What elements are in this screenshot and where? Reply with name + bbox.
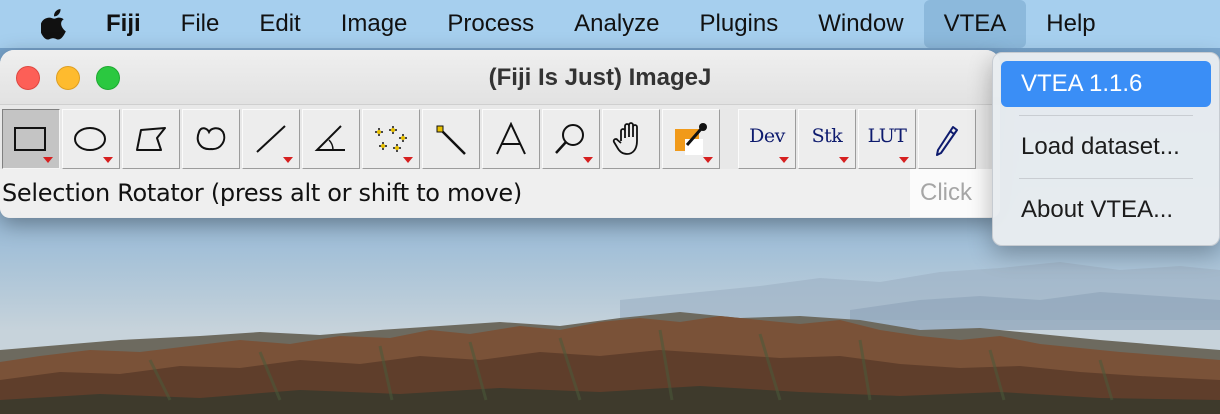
tool-menu-indicator xyxy=(43,157,53,163)
apple-logo-icon[interactable] xyxy=(40,7,70,41)
freehand-tool-button[interactable] xyxy=(182,109,240,169)
status-text: Selection Rotator (press alt or shift to… xyxy=(2,179,522,207)
menu-vtea[interactable]: VTEA xyxy=(923,0,1027,48)
lut-menu-button[interactable]: LUT xyxy=(858,109,916,169)
lut-label: LUT xyxy=(867,125,907,147)
wand-tool-icon xyxy=(436,125,466,155)
menu-item-vtea-version[interactable]: VTEA 1.1.6 xyxy=(1001,61,1211,107)
text-tool-icon xyxy=(496,122,526,155)
menu-bar: Fiji File Edit Image Process Analyze Plu… xyxy=(0,0,1220,48)
angle-tool-icon xyxy=(314,125,345,151)
polygon-selection-icon xyxy=(136,127,166,151)
tool-menu-indicator xyxy=(839,157,849,163)
window-title: (Fiji Is Just) ImageJ xyxy=(488,64,712,91)
angle-tool-button[interactable] xyxy=(302,109,360,169)
line-tool-button[interactable] xyxy=(242,109,300,169)
status-bar: Selection Rotator (press alt or shift to… xyxy=(0,169,1000,217)
oval-selection-icon xyxy=(74,127,106,151)
pencil-tool-button[interactable] xyxy=(918,109,976,169)
menu-edit[interactable]: Edit xyxy=(239,0,320,48)
tool-menu-indicator xyxy=(103,157,113,163)
multi-point-icon xyxy=(375,126,407,152)
text-tool-button[interactable] xyxy=(482,109,540,169)
menu-item-about-vtea[interactable]: About VTEA... xyxy=(1001,187,1211,233)
hand-scroll-icon xyxy=(612,122,638,155)
menu-item-load-dataset[interactable]: Load dataset... xyxy=(1001,124,1211,170)
menu-app-fiji[interactable]: Fiji xyxy=(106,0,161,48)
magnifying-glass-icon xyxy=(555,124,584,154)
apple-logo-icon xyxy=(41,9,66,40)
color-picker-button[interactable] xyxy=(662,109,720,169)
rectangle-tool-button[interactable] xyxy=(2,109,60,169)
multipoint-tool-button[interactable] xyxy=(362,109,420,169)
tool-menu-indicator xyxy=(403,157,413,163)
menu-help[interactable]: Help xyxy=(1026,0,1115,48)
menu-image[interactable]: Image xyxy=(321,0,428,48)
oval-tool-button[interactable] xyxy=(62,109,120,169)
menu-process[interactable]: Process xyxy=(427,0,554,48)
tool-menu-indicator xyxy=(703,157,713,163)
dev-tools-button[interactable]: Dev xyxy=(738,109,796,169)
vtea-dropdown-menu: VTEA 1.1.6 Load dataset... About VTEA... xyxy=(992,52,1220,246)
stk-label: Stk xyxy=(811,125,843,147)
rectangle-selection-icon xyxy=(14,127,46,151)
menu-separator xyxy=(1019,115,1193,116)
wand-tool-button[interactable] xyxy=(422,109,480,169)
pencil-icon xyxy=(936,126,958,156)
polygon-tool-button[interactable] xyxy=(122,109,180,169)
window-titlebar[interactable]: (Fiji Is Just) ImageJ xyxy=(0,50,1000,105)
menu-plugins[interactable]: Plugins xyxy=(680,0,799,48)
imagej-toolbar: Dev Stk LUT xyxy=(0,105,1000,169)
menu-separator xyxy=(1019,178,1193,179)
straight-line-icon xyxy=(256,125,286,153)
zoom-tool-button[interactable] xyxy=(542,109,600,169)
tool-menu-indicator xyxy=(899,157,909,163)
color-picker-icon xyxy=(675,123,707,155)
hand-tool-button[interactable] xyxy=(602,109,660,169)
menu-analyze[interactable]: Analyze xyxy=(554,0,679,48)
freehand-selection-icon xyxy=(196,127,226,151)
tool-menu-indicator xyxy=(779,157,789,163)
stack-tools-button[interactable]: Stk xyxy=(798,109,856,169)
menu-window[interactable]: Window xyxy=(798,0,923,48)
dev-label: Dev xyxy=(749,125,785,147)
imagej-window: (Fiji Is Just) ImageJ Dev Stk LUT Select… xyxy=(0,50,1000,218)
tool-menu-indicator xyxy=(583,157,593,163)
search-field[interactable]: Click xyxy=(910,169,1000,217)
tool-menu-indicator xyxy=(283,157,293,163)
menu-file[interactable]: File xyxy=(161,0,240,48)
